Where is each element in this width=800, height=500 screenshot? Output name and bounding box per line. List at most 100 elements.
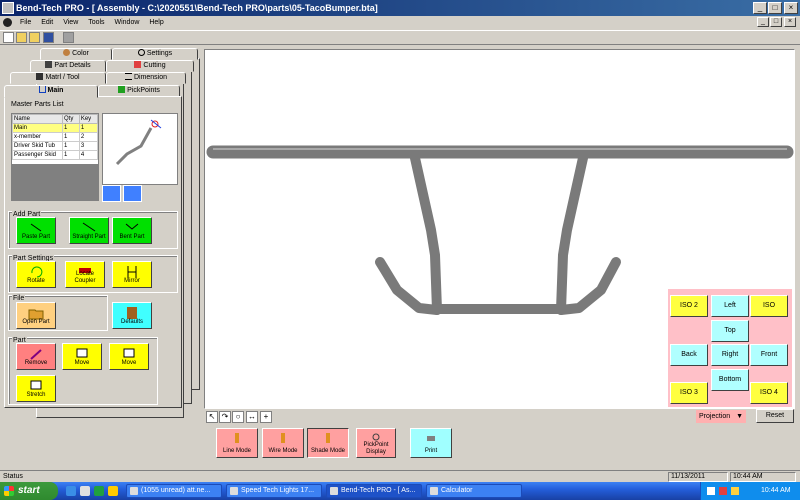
cell-key: 4 xyxy=(78,150,99,160)
task-button[interactable]: Bend-Tech PRO - [ As... xyxy=(326,484,422,498)
close-button[interactable]: × xyxy=(784,2,798,14)
master-parts-title: Master Parts List xyxy=(11,101,64,108)
network-icon[interactable] xyxy=(707,487,715,495)
tab-matrl-tool[interactable]: Matrl / Tool xyxy=(10,72,106,84)
tab-dimension[interactable]: Dimension xyxy=(106,72,186,84)
app-icon[interactable] xyxy=(2,2,14,14)
move-button[interactable]: Move xyxy=(62,343,102,370)
reset-button[interactable]: Reset xyxy=(756,409,794,423)
back-view-button[interactable]: Back xyxy=(670,344,708,366)
move-alt-button[interactable]: Move xyxy=(109,343,149,370)
stretch-label: Stretch xyxy=(26,392,46,398)
table-row[interactable]: Main 1 1 xyxy=(12,123,99,133)
print-icon[interactable] xyxy=(63,32,74,43)
security-icon[interactable] xyxy=(719,487,727,495)
save-icon[interactable] xyxy=(43,32,54,43)
rotate-view-icon[interactable]: ↷ xyxy=(219,411,231,423)
remove-icon xyxy=(30,349,42,360)
stretch-icon xyxy=(30,380,42,390)
fit-width-icon[interactable]: ↔ xyxy=(246,411,258,423)
ie-icon[interactable] xyxy=(66,486,76,496)
open-part-label: Open Part xyxy=(22,319,50,325)
table-row[interactable]: x-member 1 2 xyxy=(12,132,99,142)
stretch-button[interactable]: Stretch xyxy=(16,375,56,402)
bent-part-button[interactable]: Bent Part xyxy=(112,217,152,244)
mdi-restore-button[interactable]: □ xyxy=(770,17,782,27)
table-row[interactable]: Driver Skid Tub 1 3 xyxy=(12,141,99,151)
mdi-minimize-button[interactable]: _ xyxy=(757,17,769,27)
line-mode-button[interactable]: Line Mode xyxy=(216,428,258,458)
bent-part-label: Bent Part xyxy=(119,234,145,240)
zoom-icon[interactable]: ○ xyxy=(232,411,244,423)
bottom-view-button[interactable]: Bottom xyxy=(711,369,749,391)
iso3-view-button[interactable]: ISO 3 xyxy=(670,382,708,404)
pointer-icon[interactable]: ↖ xyxy=(206,411,218,423)
master-parts-table: Name Qty Key Main 1 1 x-member 1 2 Drive… xyxy=(11,113,99,201)
tab-color[interactable]: Color xyxy=(40,48,112,60)
new-file-icon[interactable] xyxy=(3,32,14,43)
shade-mode-button[interactable]: Shade Mode xyxy=(307,428,349,458)
open-folder-icon[interactable] xyxy=(16,32,27,43)
maximize-button[interactable]: □ xyxy=(768,2,782,14)
tab-part-details[interactable]: Part Details xyxy=(30,60,106,72)
menu-edit[interactable]: Edit xyxy=(37,16,57,29)
tray-clock[interactable]: 10:44 AM xyxy=(761,482,791,500)
paste-part-button[interactable]: Paste Part xyxy=(16,217,56,244)
tab-main[interactable]: Main xyxy=(4,85,98,98)
minimize-button[interactable]: _ xyxy=(753,2,767,14)
straight-part-icon xyxy=(82,222,96,232)
open-part-button[interactable]: Open Part xyxy=(16,302,56,329)
dropdown-arrow-icon: ▼ xyxy=(736,413,743,420)
task-button[interactable]: Calculator xyxy=(426,484,522,498)
rotate-button[interactable]: Rotate xyxy=(16,261,56,288)
defaults-button[interactable]: Defaults xyxy=(112,302,152,329)
mirror-button[interactable]: Mirror xyxy=(112,261,152,288)
main-panel: Master Parts List Name Qty Key Main 1 1 … xyxy=(4,96,182,408)
menu-help[interactable]: Help xyxy=(145,16,167,29)
paste-part-label: Paste Part xyxy=(21,234,50,240)
view-control-panel: ISO 2 Left ISO Top Back Right Front Bott… xyxy=(668,289,792,407)
tab-settings[interactable]: Settings xyxy=(112,48,198,60)
folder-icon[interactable] xyxy=(108,486,118,496)
document-menu-icon[interactable] xyxy=(3,17,12,27)
show-desktop-icon[interactable] xyxy=(80,486,90,496)
projection-dropdown[interactable]: Projection ▼ xyxy=(696,410,746,423)
locate-coupler-button[interactable]: Locate Coupler xyxy=(65,261,105,288)
media-icon[interactable] xyxy=(94,486,104,496)
iso2-view-button[interactable]: ISO 2 xyxy=(670,295,708,317)
iso-view-button[interactable]: ISO xyxy=(750,295,788,317)
menu-window[interactable]: Window xyxy=(111,16,144,29)
refresh-icon[interactable] xyxy=(123,185,142,202)
tab-color-label: Color xyxy=(72,50,89,57)
open-recent-icon[interactable] xyxy=(29,32,40,43)
menu-tools[interactable]: Tools xyxy=(84,16,108,29)
remove-button[interactable]: Remove xyxy=(16,343,56,370)
shade-mode-label: Shade Mode xyxy=(310,448,346,454)
task-button[interactable]: (1055 unread) att.ne... xyxy=(126,484,222,498)
task-button[interactable]: Speed Tech Lights 17... xyxy=(226,484,322,498)
table-row[interactable]: Passenger Skid 1 4 xyxy=(12,150,99,160)
shade-mode-icon xyxy=(326,433,330,443)
table-empty-area xyxy=(12,164,98,200)
main-icon xyxy=(38,86,46,93)
pickpoint-display-button[interactable]: PickPoint Display xyxy=(356,428,396,458)
start-button[interactable]: start xyxy=(0,482,58,500)
top-view-button[interactable]: Top xyxy=(711,320,749,342)
tab-cutting[interactable]: Cutting xyxy=(106,60,194,72)
mdi-close-button[interactable]: × xyxy=(784,17,796,27)
pan-icon[interactable]: + xyxy=(260,411,272,423)
right-view-button[interactable]: Right xyxy=(711,344,749,366)
wire-mode-button[interactable]: Wire Mode xyxy=(262,428,304,458)
mail-icon xyxy=(130,487,138,495)
straight-part-button[interactable]: Straight Part xyxy=(69,217,109,244)
iso4-view-button[interactable]: ISO 4 xyxy=(750,382,788,404)
toolbar xyxy=(0,30,800,45)
recycle-icon[interactable] xyxy=(102,185,121,202)
left-view-button[interactable]: Left xyxy=(711,295,749,317)
front-view-button[interactable]: Front xyxy=(750,344,788,366)
menu-file[interactable]: File xyxy=(16,16,35,29)
print-button[interactable]: Print xyxy=(410,428,452,458)
menu-view[interactable]: View xyxy=(59,16,82,29)
driver-skid-tube xyxy=(375,257,442,315)
volume-icon[interactable] xyxy=(731,487,739,495)
